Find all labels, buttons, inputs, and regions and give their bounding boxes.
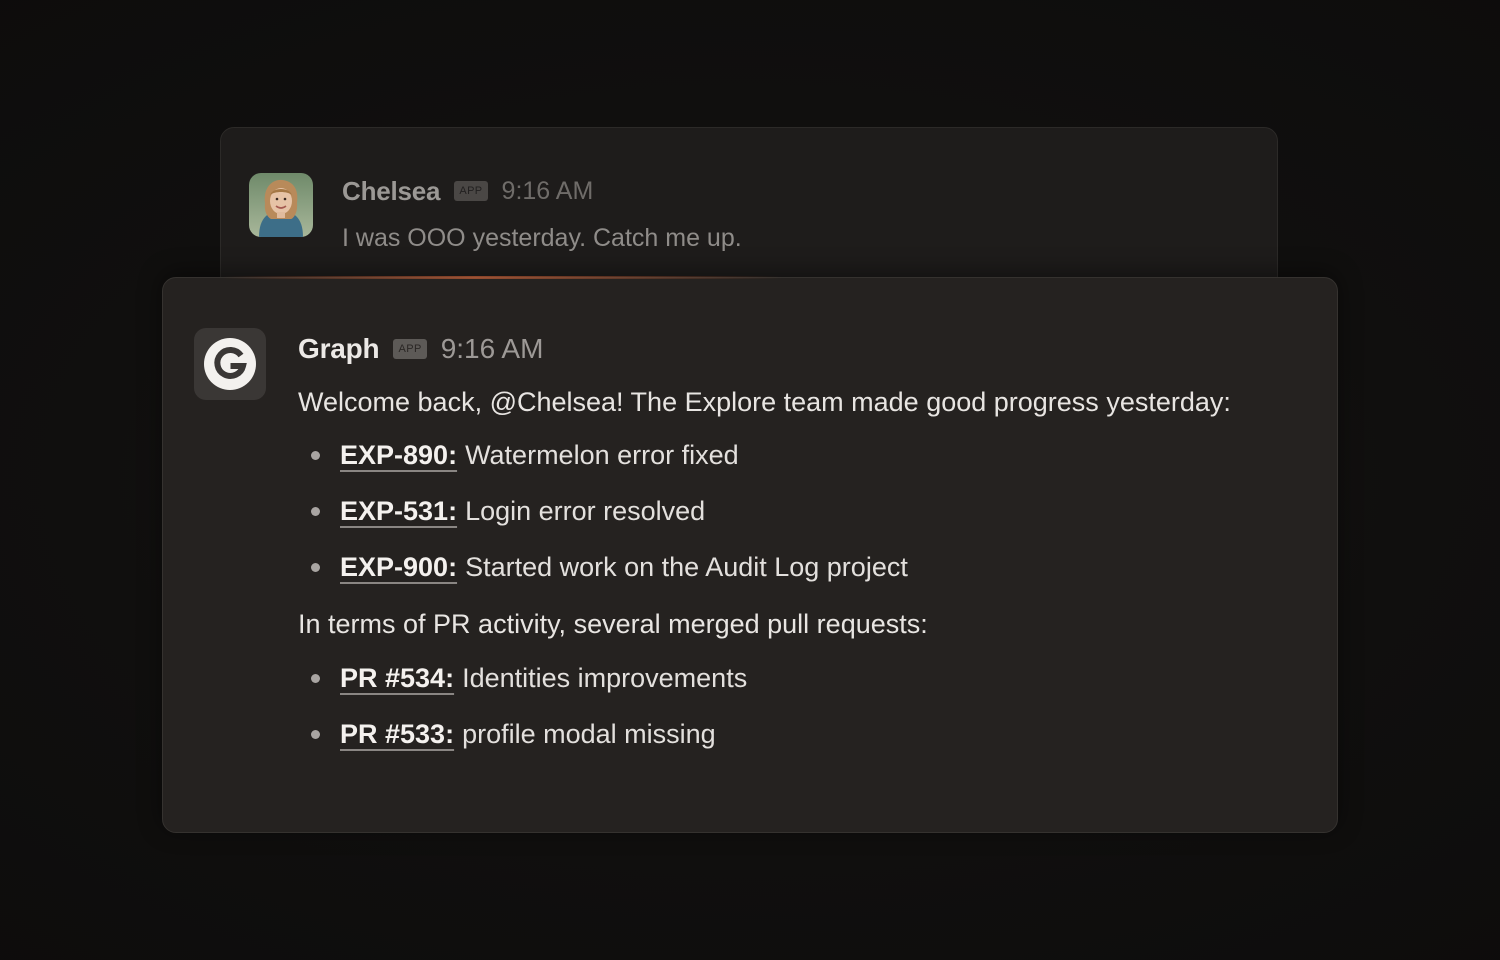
list-item: PR #534: Identities improvements xyxy=(311,663,747,694)
bullet-icon xyxy=(311,730,320,739)
previous-message-header: Chelsea APP 9:16 AM xyxy=(342,174,593,208)
app-badge: APP xyxy=(454,181,488,201)
pr-description: Identities improvements xyxy=(462,663,748,693)
issue-link[interactable]: EXP-531: xyxy=(340,496,457,527)
accent-glow xyxy=(223,276,783,279)
list-item: EXP-890: Watermelon error fixed xyxy=(311,440,739,471)
issue-description: Started work on the Audit Log project xyxy=(465,552,908,582)
list-item: PR #533: profile modal missing xyxy=(311,719,716,750)
issue-description: Login error resolved xyxy=(465,496,706,526)
author-name[interactable]: Chelsea xyxy=(342,176,441,207)
bullet-icon xyxy=(311,563,320,572)
bullet-icon xyxy=(311,451,320,460)
reply-message-card: Graph APP 9:16 AM Welcome back, @Chelsea… xyxy=(162,276,1338,833)
pr-link[interactable]: PR #533: xyxy=(340,719,454,750)
list-item: EXP-531: Login error resolved xyxy=(311,496,705,527)
chelsea-avatar[interactable] xyxy=(249,173,313,237)
bullet-icon xyxy=(311,674,320,683)
issue-link[interactable]: EXP-890: xyxy=(340,440,457,471)
reply-message-header: Graph APP 9:16 AM xyxy=(298,331,543,367)
message-timestamp[interactable]: 9:16 AM xyxy=(441,333,544,365)
author-name[interactable]: Graph xyxy=(298,333,380,365)
graph-logo-icon[interactable] xyxy=(194,328,266,400)
pr-description: profile modal missing xyxy=(462,719,716,749)
issue-description: Watermelon error fixed xyxy=(465,440,739,470)
app-badge: APP xyxy=(393,339,427,359)
pr-intro-text: In terms of PR activity, several merged … xyxy=(298,609,928,639)
message-timestamp[interactable]: 9:16 AM xyxy=(502,177,594,206)
list-item: EXP-900: Started work on the Audit Log p… xyxy=(311,552,908,583)
pr-link[interactable]: PR #534: xyxy=(340,663,454,694)
issue-link[interactable]: EXP-900: xyxy=(340,552,457,583)
previous-message-text: I was OOO yesterday. Catch me up. xyxy=(342,224,742,252)
intro-text: Welcome back, @Chelsea! The Explore team… xyxy=(298,387,1231,417)
bullet-icon xyxy=(311,507,320,516)
